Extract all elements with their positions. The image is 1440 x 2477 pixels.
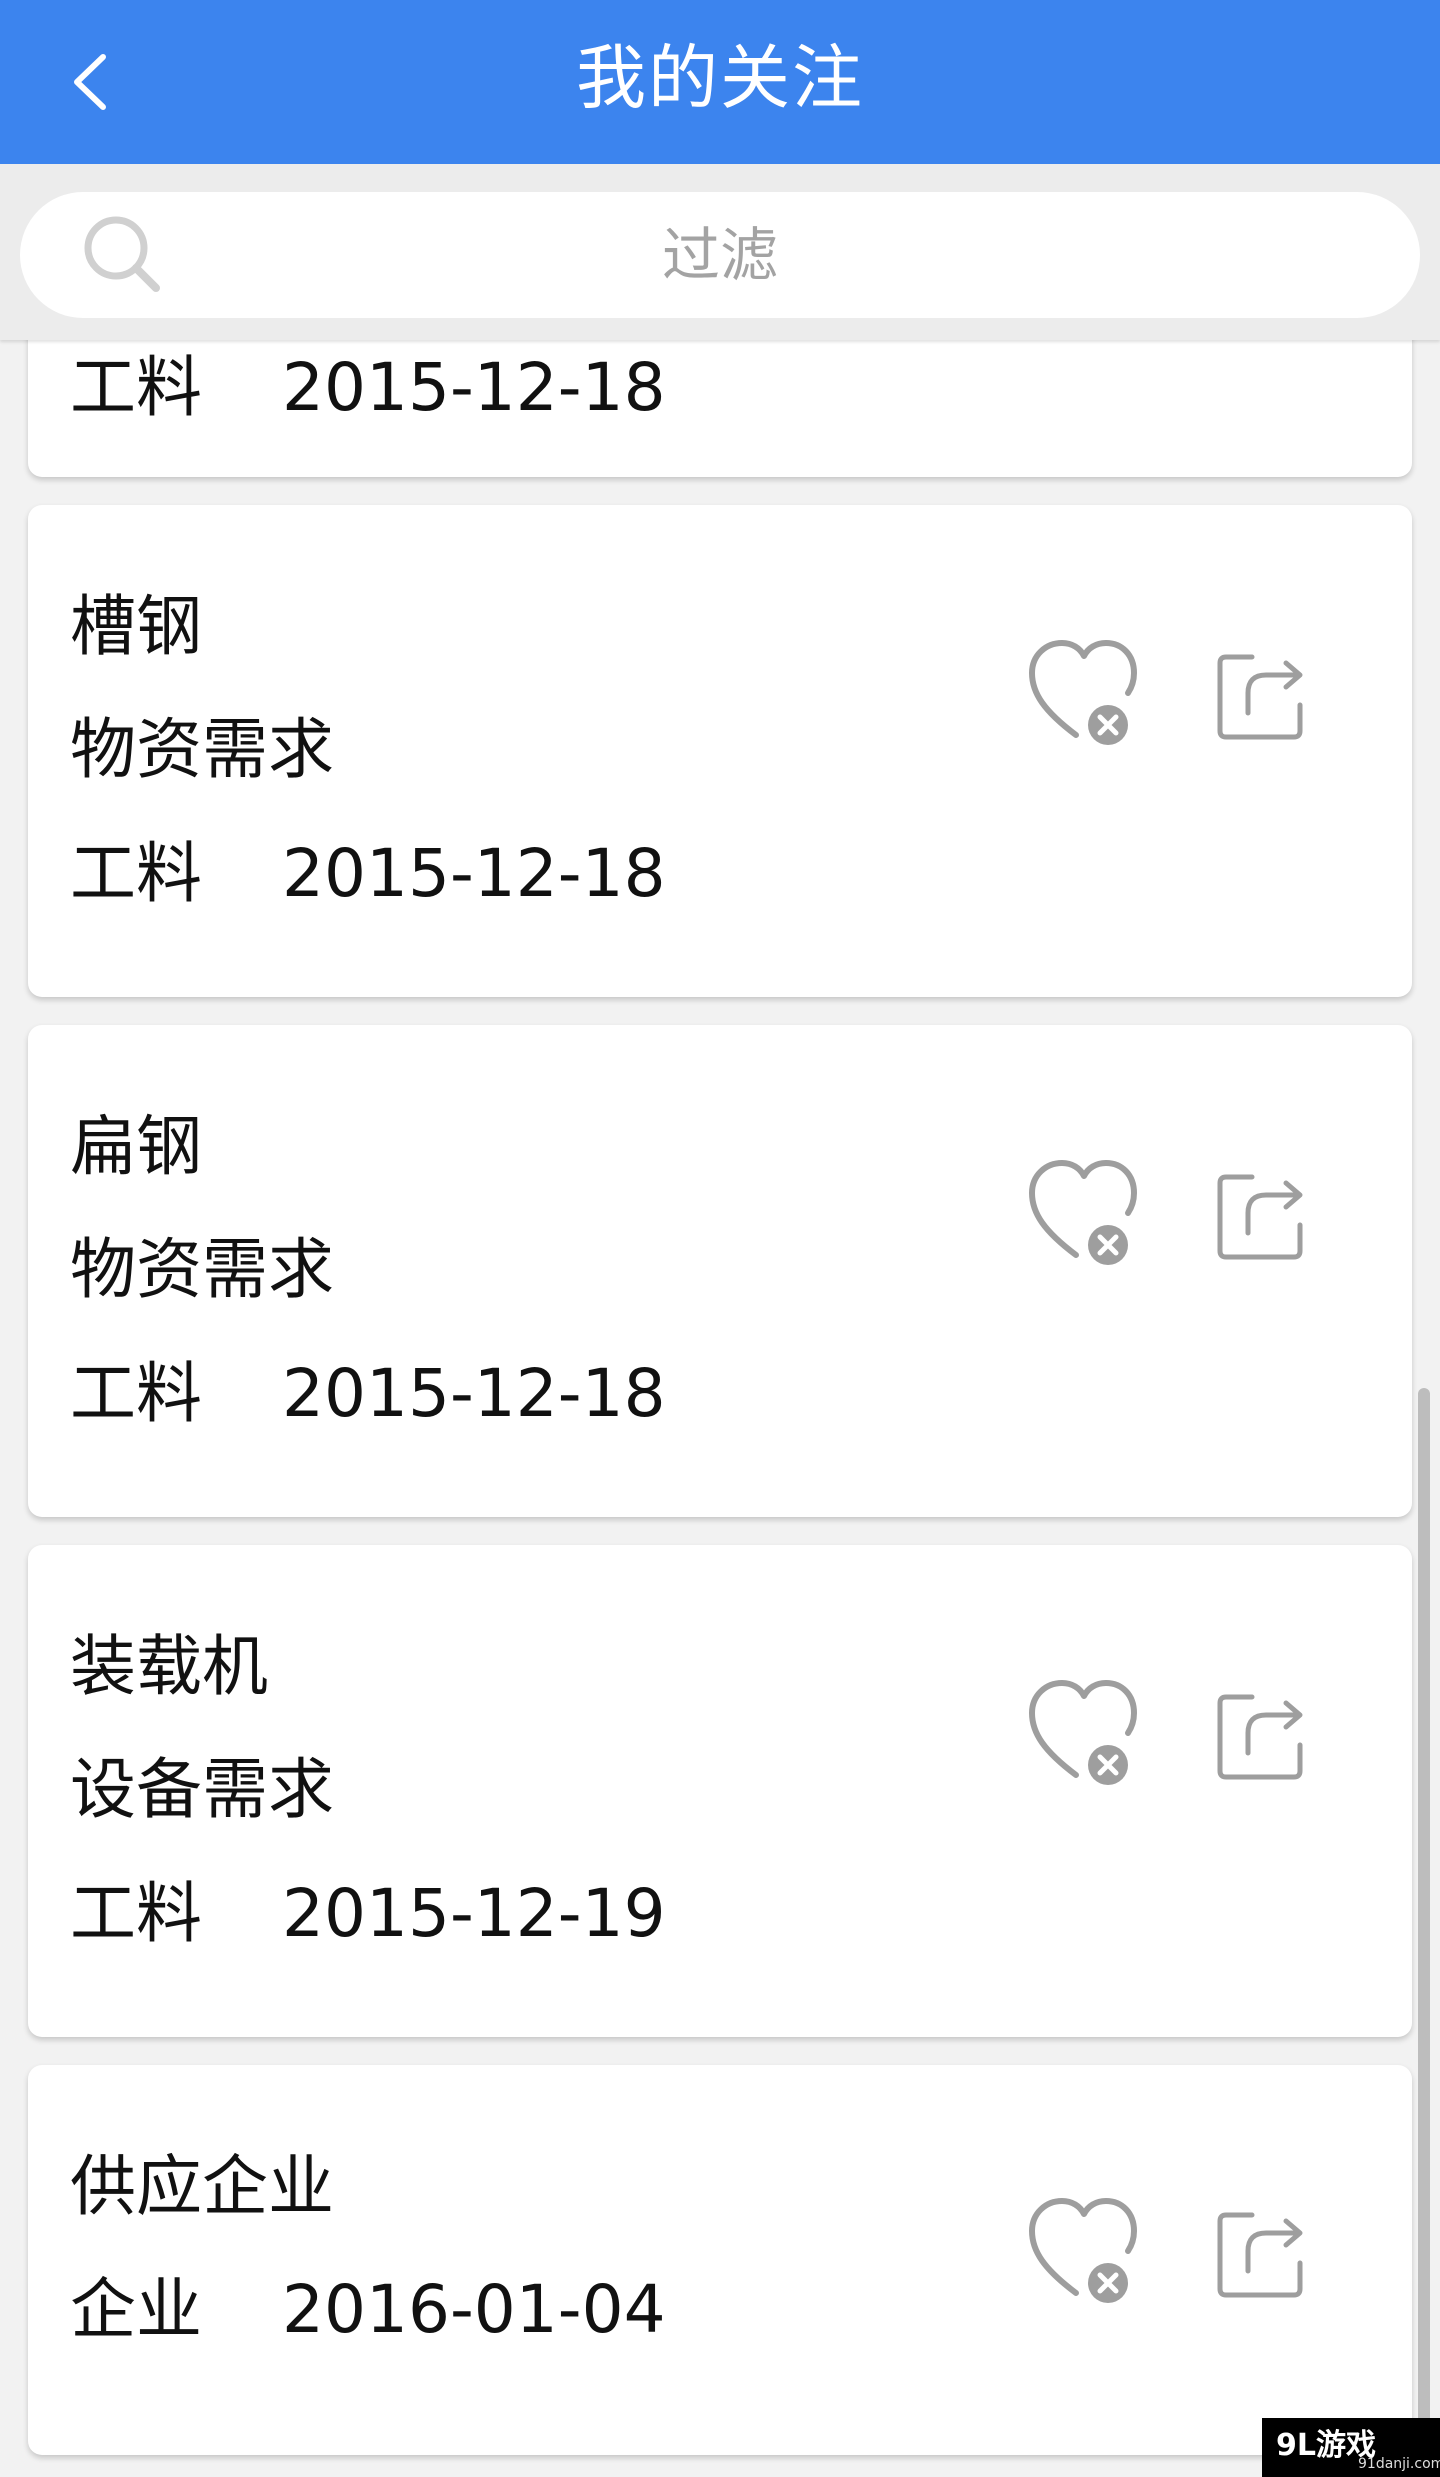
share-icon	[1217, 1174, 1303, 1260]
list-item[interactable]: 供应企业 企业 2016-01-04	[28, 2065, 1412, 2455]
item-category: 企业	[70, 2271, 202, 2348]
item-category: 工料	[70, 1355, 202, 1432]
item-category: 工料	[70, 835, 202, 912]
share-button[interactable]	[1208, 635, 1328, 755]
item-meta: 工料 2015-12-18	[70, 348, 666, 428]
scrollbar[interactable]	[1418, 1388, 1430, 2458]
item-category: 工料	[70, 1875, 202, 1952]
follow-list: 工料 2015-12-18 槽钢 物资需求 工料 2015-12-18 扁钢 物资需…	[0, 340, 1440, 2477]
share-button[interactable]	[1208, 1155, 1328, 1275]
list-item[interactable]: 工料 2015-12-18	[28, 340, 1412, 477]
unfollow-button[interactable]	[1028, 635, 1168, 755]
list-item[interactable]: 槽钢 物资需求 工料 2015-12-18	[28, 505, 1412, 997]
share-button[interactable]	[1208, 1675, 1328, 1795]
item-title: 供应企业	[70, 2148, 334, 2225]
item-type: 物资需求	[70, 1231, 334, 1308]
unfollow-button[interactable]	[1028, 1155, 1168, 1275]
watermark-logo: 9L游戏 91danji.com	[1262, 2418, 1440, 2477]
list-item[interactable]: 扁钢 物资需求 工料 2015-12-18	[28, 1025, 1412, 1517]
item-title: 槽钢	[70, 588, 202, 665]
search-bar	[0, 164, 1440, 340]
heart-remove-icon	[1029, 1680, 1137, 1785]
unfollow-button[interactable]	[1028, 1675, 1168, 1795]
share-button[interactable]	[1208, 2193, 1328, 2313]
item-date: 2016-01-04	[282, 2271, 666, 2348]
heart-remove-icon	[1029, 2198, 1137, 2303]
item-meta: 工料 2015-12-18	[70, 1354, 666, 1434]
page-title: 我的关注	[576, 37, 864, 119]
item-date: 2015-12-18	[282, 349, 666, 426]
watermark-url: 91danji.com	[1358, 2456, 1440, 2472]
app-bar: 我的关注	[0, 0, 1440, 164]
heart-remove-icon	[1029, 640, 1137, 745]
unfollow-button[interactable]	[1028, 2193, 1168, 2313]
item-date: 2015-12-18	[282, 835, 666, 912]
share-icon	[1217, 1694, 1303, 1780]
item-date: 2015-12-18	[282, 1355, 666, 1432]
item-meta: 企业 2016-01-04	[70, 2270, 666, 2350]
search-icon	[84, 216, 160, 292]
item-type: 物资需求	[70, 711, 334, 788]
heart-remove-icon	[1029, 1160, 1137, 1265]
search-input[interactable]	[180, 192, 1260, 318]
item-category: 工料	[70, 349, 202, 426]
item-date: 2015-12-19	[282, 1875, 666, 1952]
item-title: 扁钢	[70, 1108, 202, 1185]
share-icon	[1217, 654, 1303, 740]
list-item[interactable]: 装载机 设备需求 工料 2015-12-19	[28, 1545, 1412, 2037]
item-title: 装载机	[70, 1628, 268, 1705]
item-type: 设备需求	[70, 1751, 334, 1828]
item-meta: 工料 2015-12-19	[70, 1874, 666, 1954]
item-meta: 工料 2015-12-18	[70, 834, 666, 914]
search-box[interactable]	[20, 192, 1420, 318]
share-icon	[1217, 2212, 1303, 2298]
